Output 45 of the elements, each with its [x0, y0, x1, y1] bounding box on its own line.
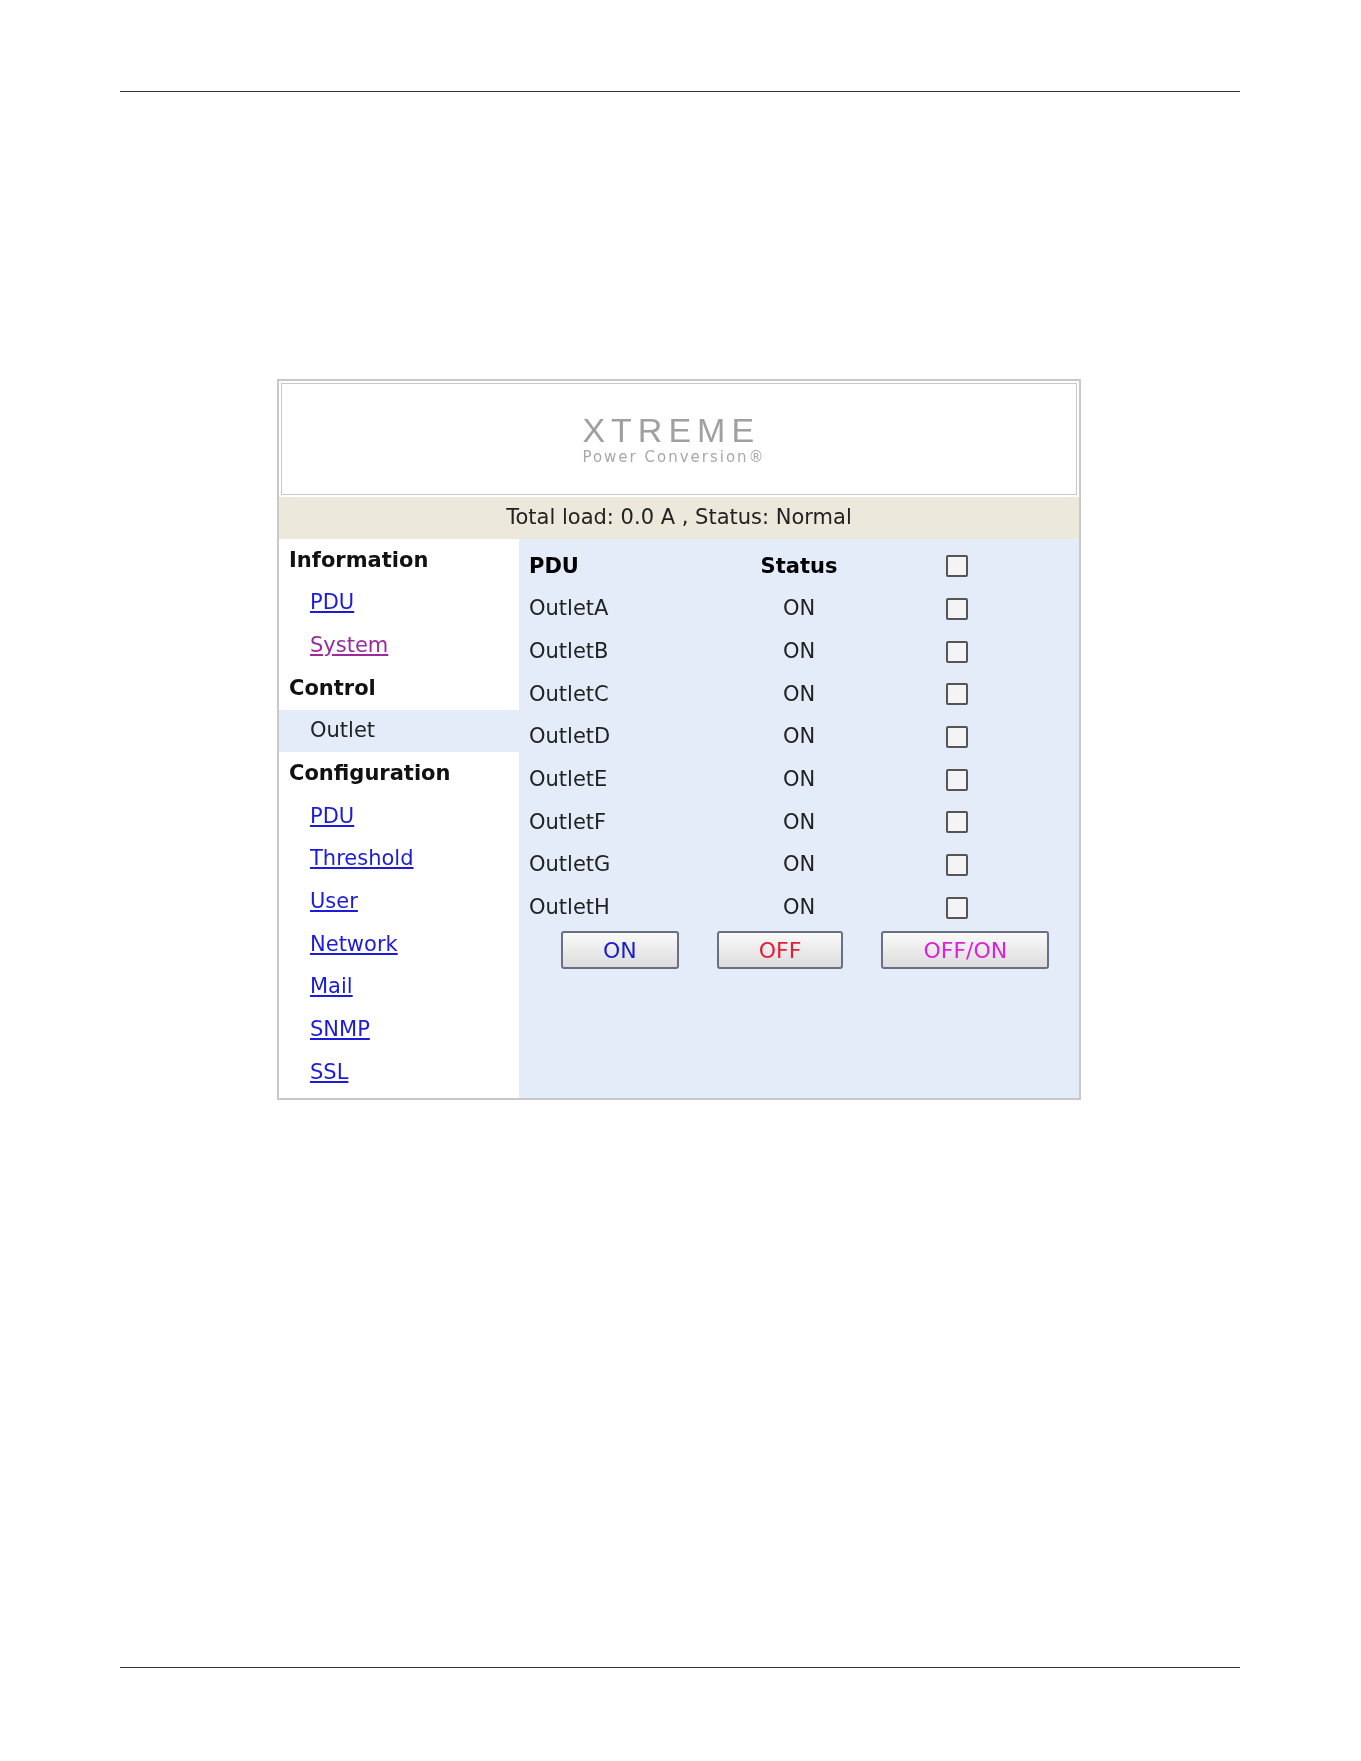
- section-heading: Control: [289, 674, 376, 702]
- sidebar-item[interactable]: Network: [279, 923, 519, 966]
- logo-wordmark: XTREME: [582, 412, 761, 448]
- sidebar-item[interactable]: User: [279, 880, 519, 924]
- outlet-name: OutletD: [528, 723, 612, 751]
- column-header: PDU: [528, 552, 580, 580]
- sidebar-item[interactable]: Outlet: [279, 709, 519, 753]
- sidebar-item[interactable]: System: [279, 624, 519, 668]
- outlet-name: OutletH: [528, 894, 611, 922]
- checkbox[interactable]: [945, 896, 968, 919]
- sidebar-item[interactable]: SNMP: [279, 1008, 519, 1052]
- checkbox[interactable]: [945, 811, 968, 834]
- outlet-status: ON: [781, 595, 817, 623]
- checkbox[interactable]: [945, 598, 968, 621]
- outlet-name: OutletF: [528, 808, 608, 836]
- section-heading: Configuration: [289, 760, 451, 788]
- sidebar-item[interactable]: PDU: [279, 795, 519, 838]
- sidebar-item[interactable]: PDU: [279, 581, 519, 625]
- outlet-name: OutletE: [528, 766, 609, 794]
- column-header: Status: [759, 552, 839, 580]
- outlet-status: ON: [781, 723, 817, 751]
- outlet-name: OutletC: [528, 680, 610, 708]
- sidebar-item[interactable]: Mail: [279, 965, 519, 1009]
- checkbox[interactable]: [945, 683, 968, 706]
- outlet-status: ON: [781, 680, 817, 708]
- outlet-name: OutletG: [528, 851, 612, 879]
- checkbox[interactable]: [945, 555, 968, 578]
- action-button[interactable]: OFF: [716, 931, 844, 970]
- checkbox[interactable]: [945, 854, 968, 877]
- outlet-status: ON: [781, 637, 817, 665]
- checkbox[interactable]: [945, 768, 968, 791]
- outlet-name: OutletB: [528, 637, 610, 665]
- outlet-status: ON: [781, 894, 817, 922]
- sidebar-item[interactable]: SSL: [279, 1051, 519, 1094]
- outlet-status: ON: [781, 766, 817, 794]
- action-button[interactable]: ON: [561, 931, 679, 970]
- checkbox[interactable]: [945, 640, 968, 663]
- checkbox[interactable]: [945, 726, 968, 749]
- sidebar-item[interactable]: Threshold: [279, 837, 519, 881]
- section-heading: Information: [289, 546, 429, 574]
- status-text: Total load: 0.0 A , Status: Normal: [506, 504, 852, 532]
- outlet-status: ON: [781, 851, 817, 879]
- logo-tagline: Power Conversion®: [582, 448, 766, 466]
- outlet-status: ON: [781, 808, 817, 836]
- outlet-name: OutletA: [528, 595, 610, 623]
